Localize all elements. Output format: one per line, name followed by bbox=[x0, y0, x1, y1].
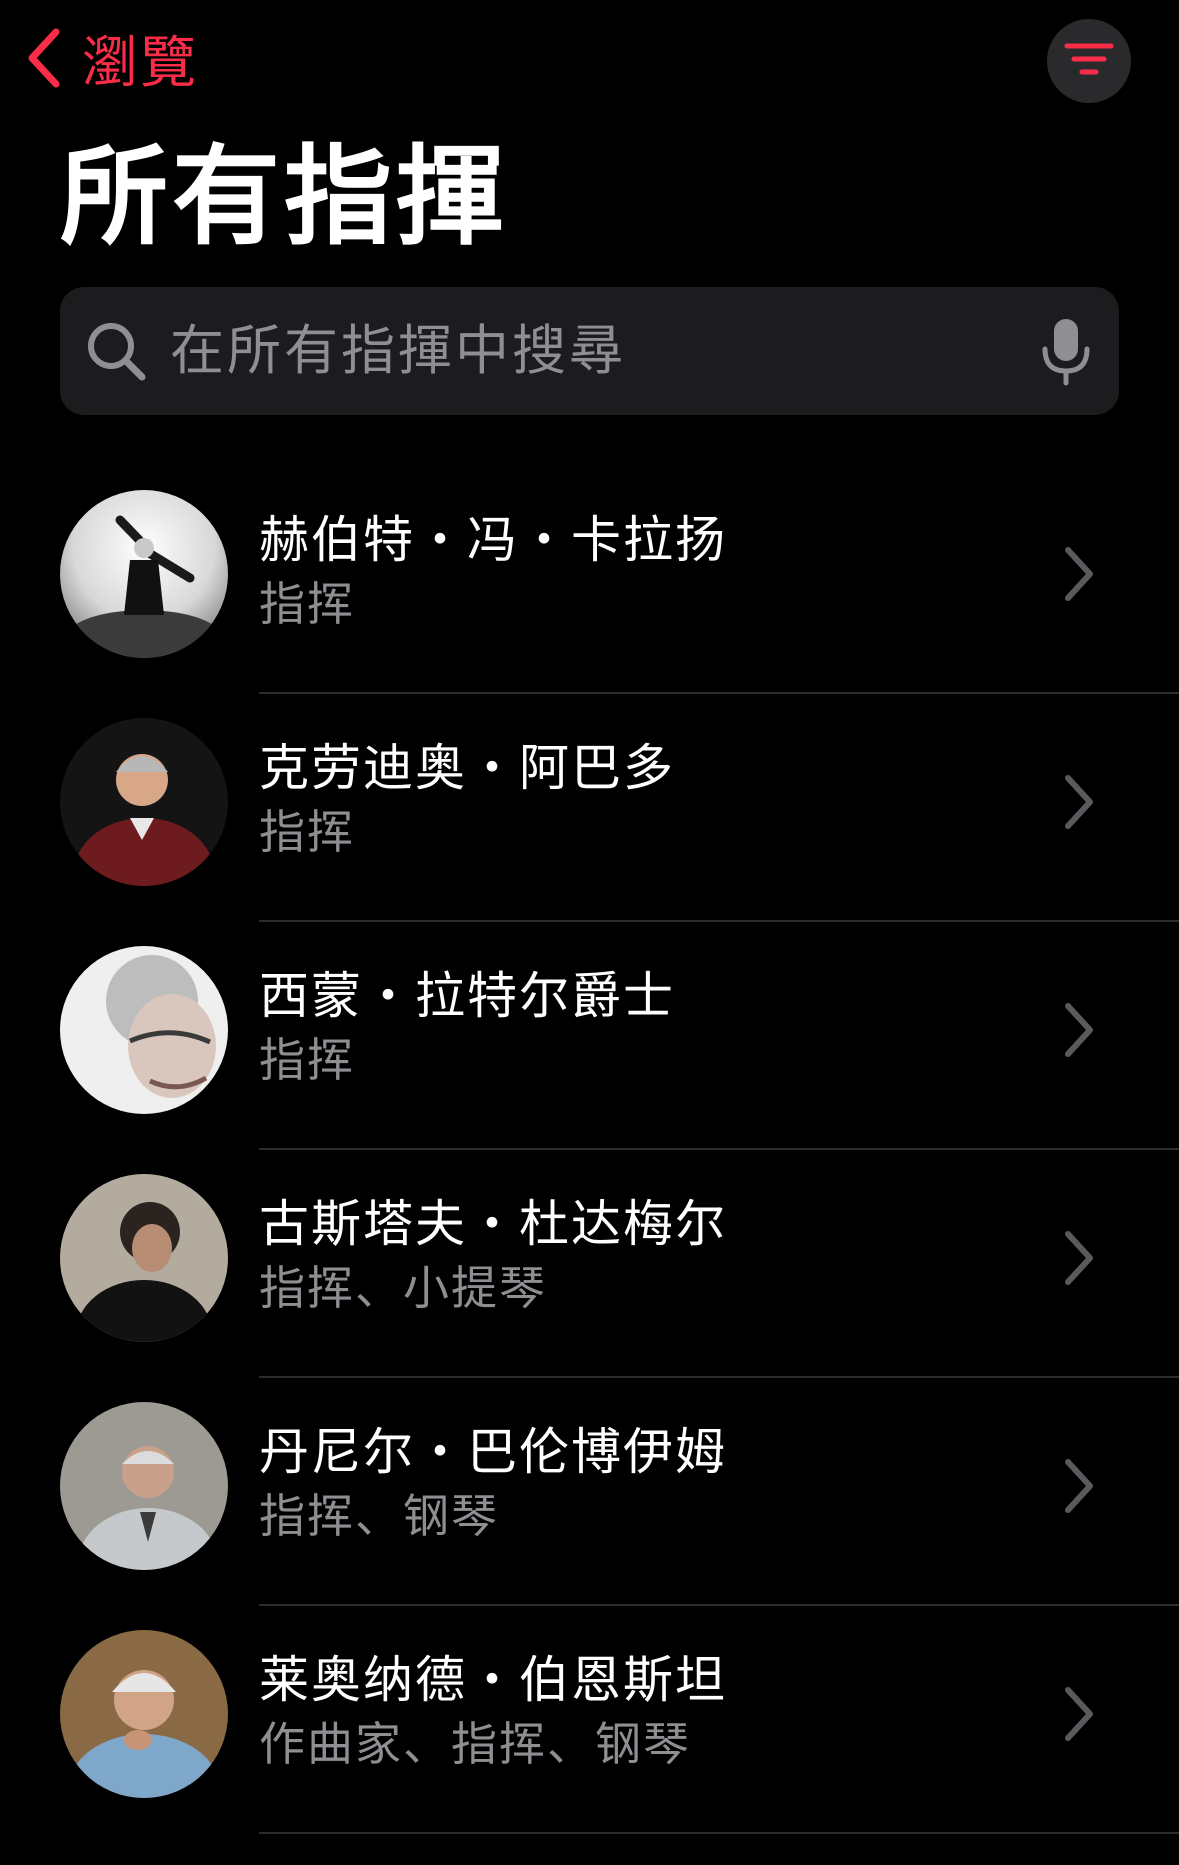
microphone-icon[interactable] bbox=[1040, 317, 1092, 391]
avatar bbox=[60, 1630, 228, 1798]
page-title: 所有指揮 bbox=[60, 135, 509, 260]
conductor-list: 赫伯特・冯・卡拉扬 指挥 克劳迪奥・阿巴多 指挥 西蒙・拉特尔爵士 指挥 古斯塔… bbox=[0, 466, 1179, 1834]
chevron-left-icon bbox=[26, 28, 62, 88]
avatar bbox=[60, 718, 228, 886]
chevron-right-icon bbox=[1062, 1456, 1098, 1520]
list-item[interactable]: 赫伯特・冯・卡拉扬 指挥 bbox=[0, 466, 1179, 694]
search-icon bbox=[84, 319, 148, 387]
chevron-right-icon bbox=[1062, 1684, 1098, 1748]
filter-button[interactable] bbox=[1047, 19, 1131, 103]
conductor-name: 丹尼尔・巴伦博伊姆 bbox=[259, 1423, 727, 1481]
chevron-right-icon bbox=[1062, 1000, 1098, 1064]
row-separator bbox=[259, 1832, 1179, 1834]
conductor-roles: 作曲家、指挥、钢琴 bbox=[259, 1717, 691, 1771]
conductor-roles: 指挥 bbox=[259, 805, 355, 859]
chevron-right-icon bbox=[1062, 772, 1098, 836]
conductor-roles: 指挥、小提琴 bbox=[259, 1261, 547, 1315]
list-item[interactable]: 莱奥纳德・伯恩斯坦 作曲家、指挥、钢琴 bbox=[0, 1606, 1179, 1834]
conductor-roles: 指挥 bbox=[259, 1033, 355, 1087]
back-label: 瀏覽 bbox=[82, 30, 198, 96]
conductor-name: 莱奥纳德・伯恩斯坦 bbox=[259, 1651, 727, 1709]
list-item[interactable]: 克劳迪奥・阿巴多 指挥 bbox=[0, 694, 1179, 922]
filter-icon bbox=[1064, 42, 1114, 80]
conductor-roles: 指挥 bbox=[259, 577, 355, 631]
conductor-name: 古斯塔夫・杜达梅尔 bbox=[259, 1195, 727, 1253]
conductor-name: 赫伯特・冯・卡拉扬 bbox=[259, 511, 727, 569]
conductor-name: 克劳迪奥・阿巴多 bbox=[259, 739, 675, 797]
list-item[interactable]: 丹尼尔・巴伦博伊姆 指挥、钢琴 bbox=[0, 1378, 1179, 1606]
conductor-roles: 指挥、钢琴 bbox=[259, 1489, 499, 1543]
chevron-right-icon bbox=[1062, 1228, 1098, 1292]
list-item[interactable]: 古斯塔夫・杜达梅尔 指挥、小提琴 bbox=[0, 1150, 1179, 1378]
avatar bbox=[60, 490, 228, 658]
avatar bbox=[60, 1174, 228, 1342]
navigation-bar: 瀏覽 bbox=[0, 0, 1179, 120]
back-button[interactable]: 瀏覽 bbox=[26, 18, 198, 98]
chevron-right-icon bbox=[1062, 544, 1098, 608]
search-field[interactable]: 在所有指揮中搜尋 bbox=[60, 287, 1119, 415]
avatar bbox=[60, 1402, 228, 1570]
search-placeholder: 在所有指揮中搜尋 bbox=[170, 319, 626, 382]
list-item[interactable]: 西蒙・拉特尔爵士 指挥 bbox=[0, 922, 1179, 1150]
conductor-name: 西蒙・拉特尔爵士 bbox=[259, 967, 675, 1025]
avatar bbox=[60, 946, 228, 1114]
